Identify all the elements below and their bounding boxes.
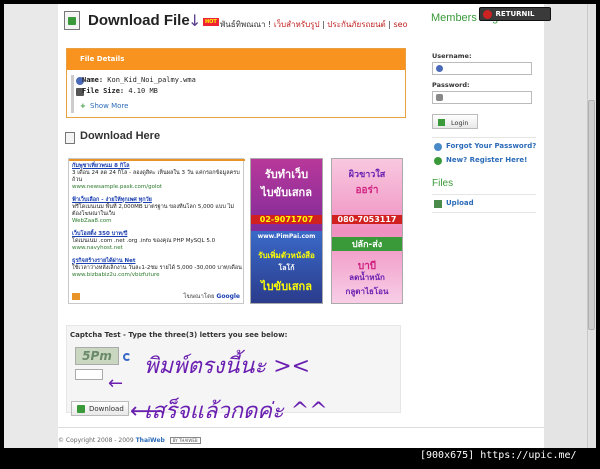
link-photo-site[interactable]: เว็บสำหรับรูป	[274, 20, 320, 29]
handwritten-note-2: เสร็จแล้วกดค่ะ ^^	[144, 399, 328, 424]
show-more-link[interactable]: Show More	[80, 102, 129, 110]
returnil-badge[interactable]: RETURNIL	[479, 7, 551, 21]
arrow-left-icon: ←	[108, 373, 124, 394]
file-details-body: Name: Kon_Kid_Noi_palmy.wma File Size: 4…	[71, 75, 403, 113]
footer: © Copyright 2008 - 2009 ThaiWeb BY THAIW…	[58, 437, 201, 444]
user-icon	[436, 65, 443, 72]
footer-brand-link[interactable]: ThaiWeb	[136, 437, 165, 444]
down-arrow-icon: ↓	[188, 11, 202, 30]
refresh-icon[interactable]	[123, 353, 131, 361]
password-input[interactable]	[432, 91, 532, 104]
ads-by-google[interactable]: โฆษณาโดย Google	[183, 291, 240, 301]
key-icon	[436, 94, 443, 101]
download-here-icon	[65, 132, 75, 144]
google-text-ads: กัมพูชาเที่ยวพนม 8 กิโล 3 เดือน 24 ลด 24…	[68, 158, 245, 304]
forgot-password-link[interactable]: Forgot Your Password?	[446, 142, 536, 150]
help-icon	[434, 143, 442, 151]
link-car-insurance[interactable]: ประกันภัยรถยนต์	[327, 20, 385, 29]
browser-viewport: Download File ↓ HOT พันธ์ทิพณณา ! เว็บสำ…	[4, 4, 596, 448]
login-button[interactable]: Login	[432, 114, 478, 129]
password-label: Password:	[432, 81, 470, 89]
ad-item[interactable]: เว็บโฮสติ้ง 350 บาท/ปี โดเมนเนม .com .ne…	[72, 231, 242, 252]
register-link[interactable]: New? Register Here!	[446, 156, 527, 164]
captcha-label: Captcha Test - Type the three(3) letters…	[70, 331, 288, 339]
ad-nav-arrow-icon[interactable]	[72, 293, 80, 300]
sidebar-divider	[432, 137, 536, 138]
file-details-heading: File Details	[67, 49, 405, 70]
upic-watermark: [900x675] https://upic.me/	[420, 450, 577, 461]
download-file-icon	[64, 11, 80, 30]
ad-stripe	[69, 159, 245, 161]
captcha-image: 5Pm	[75, 347, 119, 365]
link-seo[interactable]: seo	[394, 20, 408, 29]
file-name-value: Kon_Kid_Noi_palmy.wma	[107, 76, 196, 84]
banner-ad-webdesign[interactable]: รับทำเว็บ ไบขับเสกล 02-9071707 www.PimPa…	[250, 158, 323, 304]
sidebar-divider	[432, 212, 536, 213]
hot-badge: HOT	[203, 18, 219, 26]
banner-ad-skincare[interactable]: ผิวขาวใส ออร่า 080-7053117 ปลัก-ส่ง บาบี…	[331, 158, 403, 304]
username-label: Username:	[432, 52, 472, 60]
file-size-value: 4.10 MB	[128, 87, 158, 95]
ad-item[interactable]: ฟ้าเว็บเลือก - ง่ายให้ทุกเพศ ทุกวัย ฟรีโ…	[72, 197, 242, 225]
ad-item[interactable]: ธุรกิจสร้างรายได้ผ่าน Net ใช้เวลาว่างหลั…	[72, 258, 242, 279]
scrollbar-thumb[interactable]	[588, 100, 595, 330]
file-name-row: Name: Kon_Kid_Noi_palmy.wma	[82, 76, 196, 84]
username-input[interactable]	[432, 62, 532, 75]
ad-item[interactable]: กัมพูชาเที่ยวพนม 8 กิโล 3 เดือน 24 ลด 24…	[72, 163, 242, 191]
footer-divider	[58, 427, 544, 428]
files-title: Files	[432, 178, 454, 189]
download-here-title: Download Here	[80, 130, 161, 142]
download-button[interactable]: Download	[71, 401, 129, 416]
file-size-row: File Size: 4.10 MB	[82, 87, 158, 95]
handwritten-note-1: พิมพ์ตรงนี้นะ ><	[144, 354, 311, 379]
sidebar-divider	[432, 194, 536, 195]
register-icon	[434, 157, 442, 165]
footer-badge: BY THAIWEB	[169, 437, 201, 444]
captcha-input[interactable]	[75, 369, 103, 380]
upload-link[interactable]: Upload	[446, 199, 474, 207]
header-links: พันธ์ทิพณณา ! เว็บสำหรับรูป | ประกันภัยร…	[220, 20, 408, 29]
header-links-prefix: พันธ์ทิพณณา !	[220, 20, 272, 29]
upload-icon	[434, 200, 442, 208]
file-details-panel: File Details Name: Kon_Kid_Noi_palmy.wma…	[66, 48, 406, 118]
page-title: Download File	[88, 12, 190, 29]
